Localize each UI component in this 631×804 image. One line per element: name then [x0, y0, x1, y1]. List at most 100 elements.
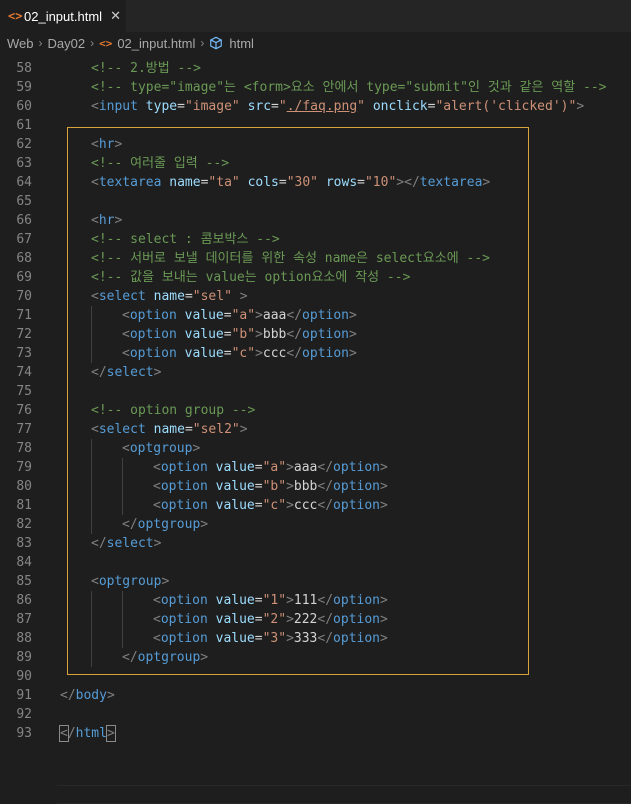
code-text: <optgroup>	[91, 572, 169, 591]
code-line[interactable]: 59 <!-- type="image"는 <form>요소 안에서 type="…	[0, 78, 631, 97]
line-number[interactable]: 79	[0, 458, 32, 477]
line-number[interactable]: 74	[0, 363, 32, 382]
line-number[interactable]: 85	[0, 572, 32, 591]
line-number[interactable]: 83	[0, 534, 32, 553]
code-line[interactable]: 66 <hr>	[0, 211, 631, 230]
breadcrumb-file[interactable]: 02_input.html	[117, 36, 195, 51]
line-number[interactable]: 92	[0, 705, 32, 724]
code-token: value	[215, 612, 255, 627]
code-line[interactable]: 92	[0, 705, 631, 724]
line-number[interactable]: 62	[0, 135, 32, 154]
code-token: =	[184, 289, 193, 304]
code-line[interactable]: 80 <option value="b">bbb</option>	[0, 477, 631, 496]
line-number[interactable]: 67	[0, 230, 32, 249]
line-number[interactable]: 66	[0, 211, 32, 230]
code-token: textarea	[98, 175, 162, 190]
line-number[interactable]: 78	[0, 439, 32, 458]
code-line[interactable]: 84	[0, 553, 631, 572]
code-line[interactable]: 91 </body>	[0, 686, 631, 705]
close-icon[interactable]: ✕	[110, 9, 121, 24]
code-line[interactable]: 75	[0, 382, 631, 401]
line-number[interactable]: 91	[0, 686, 32, 705]
code-line[interactable]: 68 <!-- 서버로 보낼 데이터를 위한 속성 name은 select요소에…	[0, 249, 631, 268]
line-number[interactable]: 72	[0, 325, 32, 344]
code-token: =	[184, 422, 193, 437]
code-line[interactable]: 77 <select name="sel2">	[0, 420, 631, 439]
line-number[interactable]: 70	[0, 287, 32, 306]
code-token: >	[286, 612, 294, 627]
code-line[interactable]: 64 <textarea name="ta" cols="30" rows="10…	[0, 173, 631, 192]
code-line[interactable]: 79 <option value="a">aaa</option>	[0, 458, 631, 477]
line-number[interactable]: 86	[0, 591, 32, 610]
line-number[interactable]: 65	[0, 192, 32, 211]
breadcrumb-day02[interactable]: Day02	[48, 36, 86, 51]
code-token: =	[254, 612, 263, 627]
line-number[interactable]: 77	[0, 420, 32, 439]
line-number[interactable]: 59	[0, 78, 32, 97]
code-line[interactable]: 60 <input type="image" src="./faq.png" on…	[0, 97, 631, 116]
code-token: >	[255, 346, 263, 361]
line-number[interactable]: 69	[0, 268, 32, 287]
code-token: body	[75, 688, 107, 703]
code-line[interactable]: 86 <option value="1">111</option>	[0, 591, 631, 610]
code-line[interactable]: 76 <!-- option group -->	[0, 401, 631, 420]
line-number[interactable]: 87	[0, 610, 32, 629]
code-token: "a"	[231, 308, 256, 323]
breadcrumb-web[interactable]: Web	[7, 36, 34, 51]
code-token: value	[184, 327, 224, 342]
code-token: onclick	[372, 99, 428, 114]
line-number[interactable]: 58	[0, 59, 32, 78]
line-number[interactable]: 64	[0, 173, 32, 192]
code-line[interactable]: 71 <option value="a">aaa</option>	[0, 306, 631, 325]
code-line[interactable]: 89 </optgroup>	[0, 648, 631, 667]
code-token: >	[286, 460, 294, 475]
code-line[interactable]: 82 </optgroup>	[0, 515, 631, 534]
code-line[interactable]: 65	[0, 192, 631, 211]
line-number[interactable]: 90	[0, 667, 32, 686]
indent-guide	[91, 496, 92, 515]
line-number[interactable]: 84	[0, 553, 32, 572]
code-line[interactable]: 90	[0, 667, 631, 686]
code-line[interactable]: 63 <!-- 여러줄 입력 -->	[0, 154, 631, 173]
line-number[interactable]: 61	[0, 116, 32, 135]
indent-guide	[91, 325, 92, 344]
line-number[interactable]: 89	[0, 648, 32, 667]
code-line[interactable]: 72 <option value="b">bbb</option>	[0, 325, 631, 344]
code-line[interactable]: 81 <option value="c">ccc</option>	[0, 496, 631, 515]
line-number[interactable]: 82	[0, 515, 32, 534]
code-line[interactable]: 73 <option value="c">ccc</option>	[0, 344, 631, 363]
tab-02-input-html[interactable]: <> 02_input.html ✕	[0, 0, 126, 32]
code-line[interactable]: 83 </select>	[0, 534, 631, 553]
code-editor[interactable]: 58 <!-- 2.방법 --> 59 <!-- type="image"는 <for…	[0, 59, 631, 804]
line-number[interactable]: 80	[0, 477, 32, 496]
code-line[interactable]: 70 <select name="sel" >	[0, 287, 631, 306]
indent-guide	[122, 591, 123, 610]
line-number[interactable]: 76	[0, 401, 32, 420]
code-line[interactable]: 93 </html>	[0, 724, 631, 743]
line-number[interactable]: 73	[0, 344, 32, 363]
code-line[interactable]: 87 <option value="2">222</option>	[0, 610, 631, 629]
code-line[interactable]: 67 <!-- select : 콤보박스 -->	[0, 230, 631, 249]
code-line[interactable]: 69 <!-- 값을 보내는 value는 option요소에 작성 -->	[0, 268, 631, 287]
line-number[interactable]: 93	[0, 724, 32, 743]
line-number[interactable]: 88	[0, 629, 32, 648]
code-line[interactable]: 78 <optgroup>	[0, 439, 631, 458]
code-line[interactable]: 61	[0, 116, 631, 135]
code-line[interactable]: 58 <!-- 2.방법 -->	[0, 59, 631, 78]
code-token: >	[153, 536, 162, 551]
line-number[interactable]: 60	[0, 97, 32, 116]
line-number[interactable]: 81	[0, 496, 32, 515]
code-line[interactable]: 62 <hr>	[0, 135, 631, 154]
code-token: </	[317, 593, 334, 608]
code-line[interactable]: 85 <optgroup>	[0, 572, 631, 591]
breadcrumb-html[interactable]: html	[229, 36, 254, 51]
line-number[interactable]: 63	[0, 154, 32, 173]
line-number[interactable]: 75	[0, 382, 32, 401]
code-line[interactable]: 74 </select>	[0, 363, 631, 382]
line-number[interactable]: 68	[0, 249, 32, 268]
line-number[interactable]: 71	[0, 306, 32, 325]
code-line[interactable]: 88 <option value="3">333</option>	[0, 629, 631, 648]
code-token: option	[302, 308, 350, 323]
